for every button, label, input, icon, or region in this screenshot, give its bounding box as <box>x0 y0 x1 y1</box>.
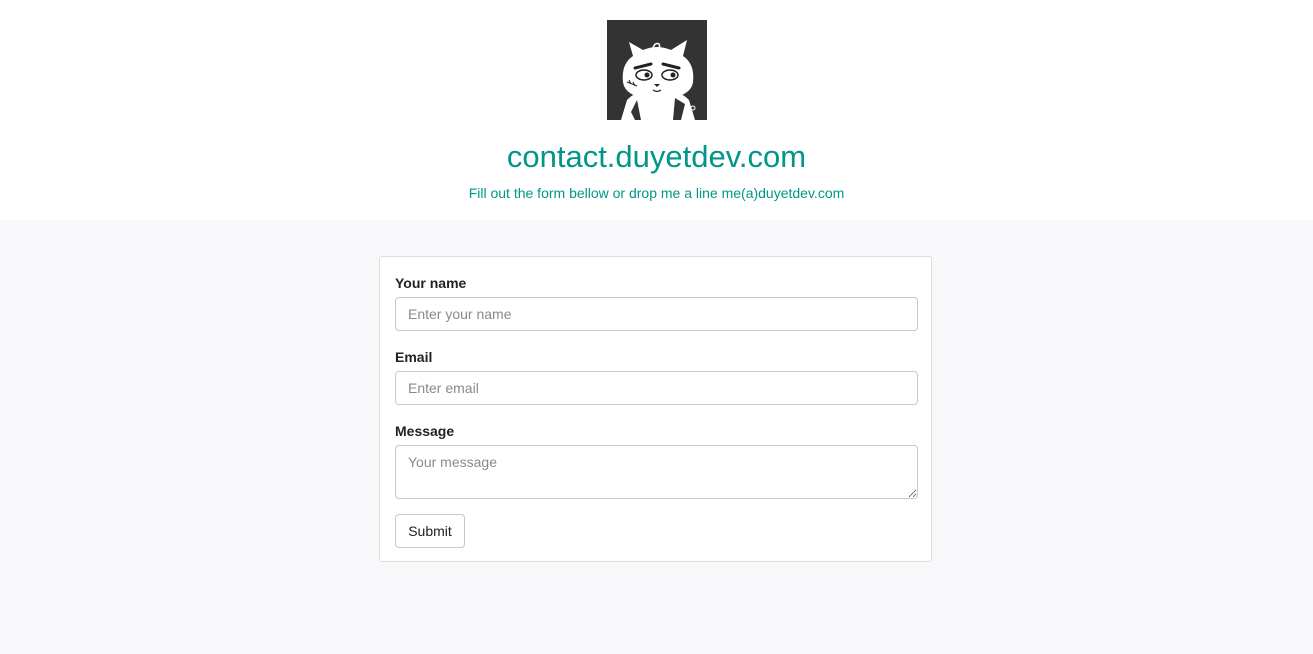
email-input[interactable] <box>395 371 918 405</box>
submit-button[interactable]: Submit <box>395 514 465 548</box>
avatar <box>607 20 707 120</box>
contact-form: Your name Email Message Submit <box>379 256 932 562</box>
email-label: Email <box>395 349 433 365</box>
main-content: Your name Email Message Submit <box>0 220 1313 654</box>
name-label: Your name <box>395 275 467 291</box>
message-textarea[interactable] <box>395 445 918 499</box>
page-header: contact.duyetdev.com Fill out the form b… <box>0 0 1313 220</box>
page-subtitle: Fill out the form bellow or drop me a li… <box>468 185 845 201</box>
message-label: Message <box>395 423 455 439</box>
cat-mascot-icon <box>607 20 707 120</box>
page-title: contact.duyetdev.com <box>506 139 807 174</box>
name-input[interactable] <box>395 297 918 331</box>
